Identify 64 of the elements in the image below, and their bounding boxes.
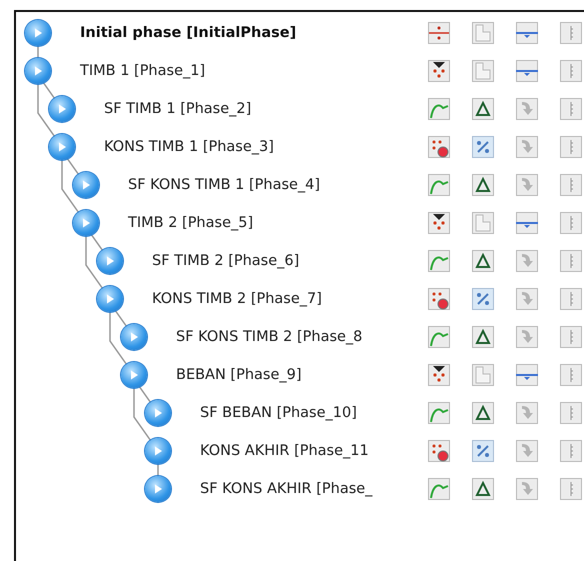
water-level-icon[interactable] (515, 211, 539, 235)
phase-label[interactable]: KONS AKHIR [Phase_11 (200, 443, 369, 459)
phase-node-icon[interactable] (25, 58, 51, 84)
delta-icon[interactable] (471, 325, 495, 349)
phase-label[interactable]: TIMB 1 [Phase_1] (80, 63, 206, 79)
thermometer-icon[interactable] (559, 363, 583, 387)
phase-node-icon[interactable] (97, 248, 123, 274)
thermometer-icon[interactable] (559, 325, 583, 349)
curve-icon[interactable] (427, 325, 451, 349)
phase-label[interactable]: TIMB 2 [Phase_5] (128, 215, 254, 231)
curve-icon[interactable] (427, 477, 451, 501)
phase-node-icon[interactable] (97, 286, 123, 312)
delta-icon[interactable] (471, 401, 495, 425)
thermometer-icon[interactable] (559, 249, 583, 273)
phase-node-icon[interactable] (73, 210, 99, 236)
phase-node-icon[interactable] (145, 438, 171, 464)
thermometer-icon[interactable] (559, 21, 583, 45)
dots-icon[interactable] (427, 363, 451, 387)
delta-icon[interactable] (471, 97, 495, 121)
thermometer-icon[interactable] (559, 97, 583, 121)
thermometer-icon[interactable] (559, 439, 583, 463)
curve-icon[interactable] (427, 173, 451, 197)
clock-dots-icon[interactable] (427, 287, 451, 311)
thermometer-icon[interactable] (559, 401, 583, 425)
phase-node-icon[interactable] (49, 96, 75, 122)
dots-icon[interactable] (427, 211, 451, 235)
thermometer-icon[interactable] (559, 59, 583, 83)
phase-label[interactable]: SF KONS TIMB 1 [Phase_4] (128, 177, 320, 193)
curve-icon[interactable] (427, 249, 451, 273)
water-level-icon[interactable] (515, 59, 539, 83)
clock-dots-icon[interactable] (427, 135, 451, 159)
phase-node-icon[interactable] (121, 324, 147, 350)
phase-label[interactable]: SF TIMB 2 [Phase_6] (152, 253, 300, 269)
delta-icon[interactable] (471, 173, 495, 197)
delta-icon[interactable] (471, 249, 495, 273)
thermometer-icon[interactable] (559, 173, 583, 197)
phase-node-icon[interactable] (121, 362, 147, 388)
phase-label[interactable]: Initial phase [InitialPhase] (80, 25, 296, 41)
percent-icon[interactable] (471, 287, 495, 311)
water-level-icon[interactable] (515, 363, 539, 387)
phase-label[interactable]: KONS TIMB 2 [Phase_7] (152, 291, 322, 307)
phase-label[interactable]: SF KONS AKHIR [Phase_ (200, 481, 372, 497)
thermometer-icon[interactable] (559, 287, 583, 311)
phase-node-icon[interactable] (73, 172, 99, 198)
phase-label[interactable]: BEBAN [Phase_9] (176, 367, 302, 383)
thermometer-icon[interactable] (559, 211, 583, 235)
percent-icon[interactable] (471, 439, 495, 463)
water-level-icon[interactable] (515, 21, 539, 45)
phase-label[interactable]: KONS TIMB 1 [Phase_3] (104, 139, 274, 155)
clock-dots-icon[interactable] (427, 439, 451, 463)
thermometer-icon[interactable] (559, 135, 583, 159)
phase-node-icon[interactable] (145, 476, 171, 502)
curve-icon[interactable] (427, 401, 451, 425)
phase-label[interactable]: SF KONS TIMB 2 [Phase_8 (176, 329, 362, 345)
phase-node-icon[interactable] (145, 400, 171, 426)
thermometer-icon[interactable] (559, 477, 583, 501)
percent-icon[interactable] (471, 135, 495, 159)
dots-icon[interactable] (427, 59, 451, 83)
delta-icon[interactable] (471, 477, 495, 501)
phase-node-icon[interactable] (25, 20, 51, 46)
phase-label[interactable]: SF TIMB 1 [Phase_2] (104, 101, 252, 117)
phase-label[interactable]: SF BEBAN [Phase_10] (200, 405, 357, 421)
phase-node-icon[interactable] (49, 134, 75, 160)
curve-icon[interactable] (427, 97, 451, 121)
